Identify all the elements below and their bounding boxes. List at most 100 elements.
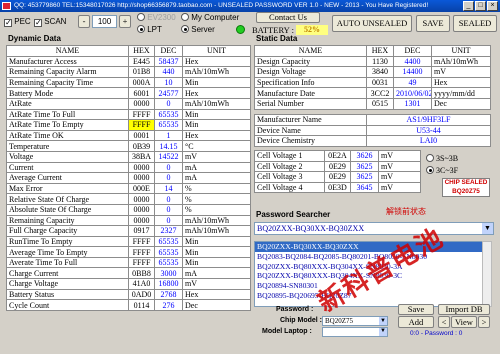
connection-status-icon	[236, 25, 245, 34]
chevron-down-icon: ▼	[379, 328, 387, 336]
cell-option-3s-label: 3S~3B	[436, 154, 459, 163]
next-button[interactable]: >	[478, 316, 490, 328]
close-button[interactable]: ×	[487, 1, 498, 11]
my-computer-option[interactable]: My Computer	[181, 13, 239, 22]
cell-name: Charge Current	[6, 267, 129, 280]
list-scrollbar[interactable]	[482, 241, 492, 307]
window-titlebar: QQ: 453779860 TEL:15348017026 http://sho…	[0, 0, 500, 12]
cell-unit: mV	[378, 150, 421, 162]
cell-unit: Min	[182, 119, 251, 131]
table-row: Design Voltage 3840 14400 mV	[254, 66, 491, 78]
chevron-down-icon[interactable]: ▼	[482, 223, 493, 234]
chip-id: BQ20Z75	[452, 187, 480, 195]
contact-us-button[interactable]: Contact Us	[256, 12, 320, 23]
cell-dec: 65535	[154, 235, 183, 248]
cell-unit: Min	[182, 235, 251, 248]
model-laptop-select[interactable]: ▼	[322, 327, 388, 337]
cell-unit: mV	[182, 150, 251, 163]
cell-dec: 65535	[154, 108, 183, 121]
status-text: 0:0 - Password : 0	[410, 330, 463, 337]
table-row: Cell Voltage 2 0E29 3625 mV	[254, 160, 421, 173]
maximize-button[interactable]: □	[475, 1, 486, 11]
table-row: AtRate Time To Empty FFFF 65535 Min	[6, 119, 251, 131]
cell-name: Voltage	[6, 150, 129, 163]
cell-hex: 0E3D	[324, 181, 351, 194]
cell-hex: FFFF	[128, 256, 155, 269]
cell-name: Specification Info	[254, 76, 367, 89]
previous-button[interactable]: <	[438, 316, 450, 328]
auto-unsealed-button[interactable]: AUTO UNSEALED	[332, 15, 412, 32]
cell-unit: mV	[378, 181, 421, 194]
cell-option-3s[interactable]: 3S~3B	[426, 154, 458, 163]
table-row: Cell Voltage 3 0E29 3625 mV	[254, 171, 421, 183]
table-row: Design Capacity 1130 4400 mAh/10mWh	[254, 55, 491, 68]
interval-input[interactable]: 100	[92, 15, 117, 28]
cell-dec: 3645	[350, 181, 379, 194]
cell-hex: FFFF	[128, 119, 155, 131]
cell-name: Manufacture Date	[254, 87, 367, 99]
table-row: Remaining Capacity Alarm 01B8 440 mAh/10mWh	[6, 66, 251, 78]
save-button[interactable]: SAVE	[416, 15, 450, 32]
cell-unit: Min	[182, 256, 251, 269]
battery-level: 52%	[296, 25, 328, 35]
cell-name: Device Chemistry	[254, 135, 367, 147]
cell-dec: 2327	[154, 225, 183, 237]
cell-dec: 0	[154, 203, 183, 216]
sealed-button[interactable]: SEALED	[453, 15, 497, 32]
col-hex: HEX	[366, 45, 394, 57]
cell-name: Relative State Of Charge	[6, 193, 129, 205]
dynamic-data-table: NAME HEX DEC UNIT Manufacturer Access E44…	[6, 45, 251, 311]
static-data-table: NAME HEX DEC UNIT Design Capacity 1130 440…	[254, 45, 491, 110]
interval-decrease-button[interactable]: -	[78, 15, 90, 28]
cell-name: Temperature	[6, 140, 129, 152]
lpt-option[interactable]: LPT	[137, 25, 162, 34]
cell-hex: FFFF	[128, 108, 155, 121]
table-header-row: NAME HEX DEC UNIT	[254, 45, 491, 57]
add-button[interactable]: Add	[398, 316, 434, 328]
view-button[interactable]: View	[451, 316, 477, 328]
col-name: NAME	[6, 45, 129, 57]
cell-hex: 0E29	[324, 171, 351, 183]
cell-name: Design Voltage	[254, 66, 367, 78]
pec-checkbox[interactable]: ✓ PEC	[4, 17, 31, 27]
cell-dec: 0	[154, 97, 183, 110]
cell-name: Cell Voltage 2	[254, 160, 325, 173]
table-row: Voltage 38BA 14522 mV	[6, 150, 251, 163]
cell-unit: °C	[182, 140, 251, 152]
server-option[interactable]: Server	[181, 25, 215, 34]
cell-hex: AS1/9HF3LF	[366, 114, 491, 126]
cell-name: AtRate Time To Empty	[6, 119, 129, 131]
col-unit: UNIT	[431, 45, 491, 57]
cell-dec: 0	[154, 161, 183, 174]
cell-name: Manufacturer Access	[6, 55, 129, 68]
import-db-button[interactable]: Import DB	[438, 304, 490, 315]
cell-hex: 000E	[128, 182, 155, 195]
save-password-button[interactable]: Save	[398, 304, 434, 315]
cell-dec: 276	[154, 299, 183, 311]
ev2300-option[interactable]: EV2300	[137, 13, 176, 22]
cell-unit: mA	[182, 161, 251, 174]
interval-increase-button[interactable]: +	[119, 15, 131, 28]
cell-hex: U53-44	[366, 124, 491, 137]
cell-voltage-table: Cell Voltage 1 0E2A 3626 mV Cell Voltage 2 0E…	[254, 150, 421, 194]
cell-hex: 0BB8	[128, 267, 155, 280]
table-row: Relative State Of Charge 0000 0%	[6, 193, 251, 205]
cell-unit: mAh/10mWh	[182, 214, 251, 227]
table-row: Averate Time To Full FFFF 65535 Min	[6, 256, 251, 269]
cell-dec: 3000	[154, 267, 183, 280]
col-name: NAME	[254, 45, 367, 57]
cell-name: Remaining Capacity	[6, 214, 129, 227]
dynamic-data-title: Dynamic Data	[8, 34, 61, 43]
scan-label: SCAN	[44, 17, 67, 26]
password-type-select[interactable]: BQ20ZXX-BQ30XX-BQ30ZXX ▼	[254, 222, 494, 235]
scan-checkbox[interactable]: ✓ SCAN	[34, 17, 66, 27]
cell-dec: 0	[154, 214, 183, 227]
cell-hex: 000A	[128, 76, 155, 89]
cell-hex: 0E29	[324, 160, 351, 173]
cell-name: AtRate	[6, 97, 129, 110]
minimize-button[interactable]: _	[463, 1, 474, 11]
cell-hex: 0E2A	[324, 150, 351, 162]
cell-hex: 0114	[128, 299, 155, 311]
app-icon	[2, 2, 11, 10]
cell-option-3c[interactable]: 3C~3F	[426, 166, 458, 175]
